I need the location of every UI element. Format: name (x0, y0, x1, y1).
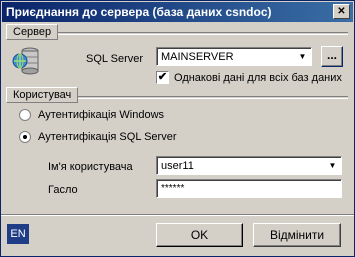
title-bar[interactable]: Приєднання до сервера (база даних csndoc… (2, 2, 353, 22)
auth-windows-label: Аутентифікація Windows (38, 109, 165, 121)
radio-selected-dot (23, 135, 27, 139)
user-group-label: Користувач (6, 87, 79, 103)
sql-server-value: MAINSERVER (161, 51, 234, 63)
auth-sql-radio[interactable] (19, 131, 31, 143)
username-combobox[interactable]: user11 ▼ (156, 156, 342, 175)
username-label: Ім'я користувача (48, 161, 133, 173)
same-data-checkbox[interactable]: ✔ (156, 71, 169, 84)
language-badge[interactable]: EN (7, 224, 29, 244)
same-data-label: Однакові дані для всіх баз даних (174, 72, 342, 84)
ok-button[interactable]: OK (156, 223, 243, 247)
password-value: ****** (161, 183, 185, 194)
chevron-down-icon[interactable]: ▼ (325, 158, 340, 173)
window-title: Приєднання до сервера (база даних csndoc… (6, 5, 272, 19)
server-group-label: Сервер (6, 24, 59, 40)
server-group-line (7, 32, 348, 35)
auth-windows-radio[interactable] (19, 109, 31, 121)
footer-separator (1, 214, 354, 216)
sql-server-combobox[interactable]: MAINSERVER ▼ (156, 47, 312, 66)
dialog-window: Приєднання до сервера (база даних csndoc… (0, 0, 355, 257)
auth-sql-label: Аутентифікація SQL Server (38, 131, 177, 143)
sql-server-label: SQL Server (86, 53, 144, 65)
database-server-icon (11, 45, 43, 77)
browse-server-button[interactable]: ... (321, 46, 343, 67)
cancel-button[interactable]: Відмінити (253, 223, 341, 247)
close-button[interactable]: ✕ (333, 4, 350, 19)
password-input[interactable]: ****** (156, 179, 342, 198)
username-value: user11 (161, 160, 194, 172)
password-label: Гасло (48, 184, 78, 196)
chevron-down-icon[interactable]: ▼ (295, 49, 310, 64)
